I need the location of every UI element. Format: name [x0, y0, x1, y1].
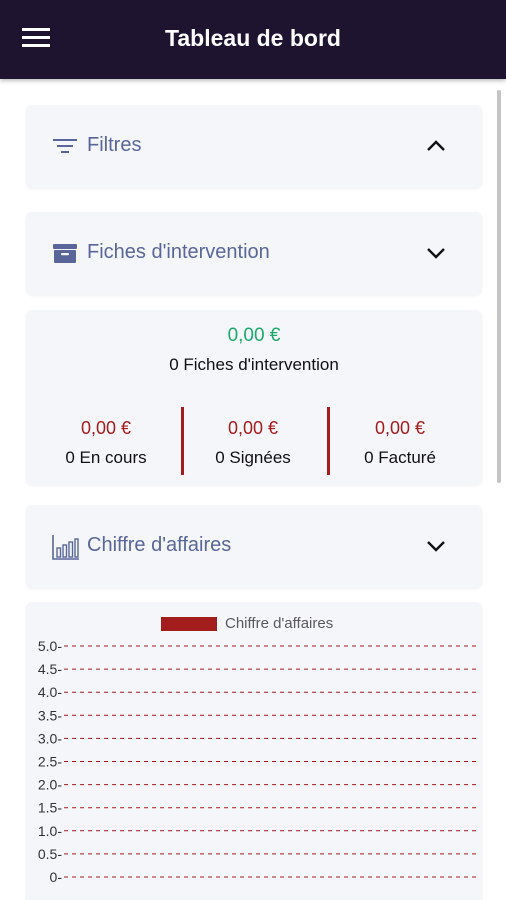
chevron-up-icon[interactable] — [426, 139, 446, 153]
stat-label: 0 Facturé — [364, 448, 436, 467]
stat-en-cours: 0,00 € 0 En cours — [31, 418, 181, 468]
total-interventions-count: 0 Fiches d'intervention — [169, 355, 339, 374]
total-amount: 0,00 € — [227, 325, 281, 346]
stat-label: 0 Signées — [215, 448, 291, 467]
stat-signees: 0,00 € 0 Signées — [178, 418, 328, 468]
revenue-chart-card: Chiffre d'affaires 5.0- 4.5- 4.0- 3.5- 3.0- 2… — [26, 602, 482, 900]
filters-section-header[interactable]: Filtres — [26, 105, 482, 188]
stat-amount: 0,00 € — [227, 418, 279, 438]
stat-label: 0 En cours — [65, 448, 147, 467]
y-tick-label: 2.0- — [38, 777, 62, 793]
revenue-chart: 5.0- 4.5- 4.0- 3.5- 3.0- 2.5- 2.0- 1.5- 1.0- 0.5-… — [38, 638, 478, 885]
y-tick-label: 2.5- — [38, 754, 62, 770]
interventions-title: Fiches d'intervention — [87, 241, 270, 263]
page-title: Tableau de bord — [165, 25, 341, 51]
stat-amount: 0,00 € — [80, 418, 132, 438]
inbox-tray-icon — [52, 240, 78, 266]
chevron-down-icon[interactable] — [426, 539, 446, 553]
y-tick-label: 0- — [50, 869, 63, 885]
stat-facture: 0,00 € 0 Facturé — [325, 418, 475, 468]
revenue-section-header[interactable]: Chiffre d'affaires — [26, 505, 482, 588]
y-tick-label: 4.5- — [38, 661, 62, 677]
y-tick-label: 1.0- — [38, 823, 62, 839]
revenue-title: Chiffre d'affaires — [87, 534, 232, 556]
y-tick-label: 1.5- — [38, 800, 62, 816]
filter-icon — [52, 133, 78, 159]
stat-amount: 0,00 € — [374, 418, 426, 438]
y-tick-label: 3.5- — [38, 707, 62, 723]
y-tick-label: 4.0- — [38, 684, 62, 700]
scrollbar[interactable] — [497, 90, 501, 483]
interventions-summary-card: 0,00 € 0 Fiches d'intervention 0,00 € 0 … — [26, 310, 482, 485]
bar-chart-icon — [52, 533, 79, 560]
y-tick-label: 0.5- — [38, 846, 62, 862]
interventions-section-header[interactable]: Fiches d'intervention — [26, 212, 482, 295]
app-bar: Tableau de bord — [0, 0, 506, 79]
y-tick-label: 5.0- — [38, 638, 62, 654]
filters-title: Filtres — [87, 134, 142, 156]
y-tick-label: 3.0- — [38, 730, 62, 746]
chevron-down-icon[interactable] — [426, 246, 446, 260]
